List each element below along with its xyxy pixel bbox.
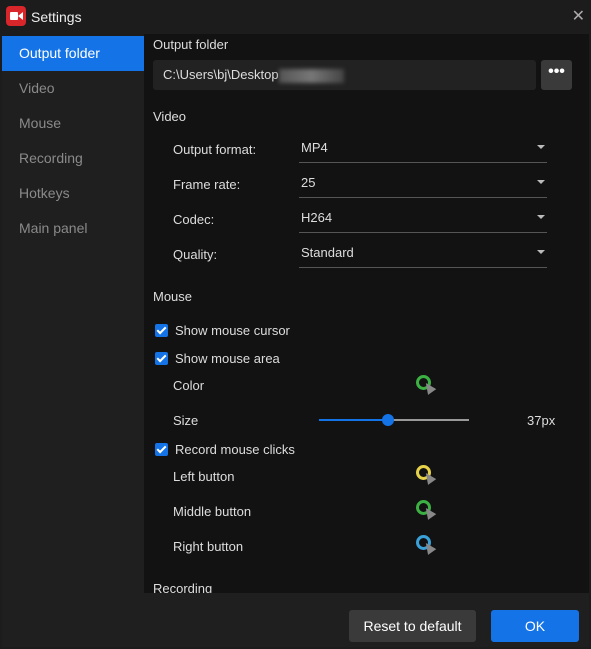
codec-label: Codec: [173, 212, 215, 227]
sidebar-item-video[interactable]: Video [2, 71, 144, 106]
quality-select[interactable]: Standard [299, 240, 547, 268]
record-mouse-clicks-checkbox[interactable]: Record mouse clicks [155, 442, 295, 457]
show-mouse-cursor-label: Show mouse cursor [175, 323, 290, 338]
record-mouse-clicks-label: Record mouse clicks [175, 442, 295, 457]
output-format-select[interactable]: MP4 [299, 135, 547, 163]
right-button-color-picker[interactable] [416, 535, 437, 555]
show-mouse-area-checkbox[interactable]: Show mouse area [155, 351, 280, 366]
settings-content: Output folder C:\Users\bj\Desktop ••• Vi… [144, 34, 589, 593]
middle-button-color-picker[interactable] [416, 500, 437, 520]
left-button-label: Left button [173, 469, 235, 484]
codec-select[interactable]: H264 [299, 205, 547, 233]
size-slider-thumb[interactable] [382, 414, 394, 426]
chevron-down-icon [537, 215, 545, 219]
sidebar-item-output-folder[interactable]: Output folder [2, 36, 144, 71]
right-button-label: Right button [173, 539, 244, 554]
frame-rate-select[interactable]: 25 [299, 170, 547, 198]
redacted-path [278, 68, 344, 83]
quality-value: Standard [301, 245, 354, 260]
checkbox-checked-icon [155, 443, 168, 456]
window-title: Settings [31, 9, 82, 25]
output-format-label: Output format: [173, 142, 257, 157]
color-label: Color [173, 378, 205, 393]
ok-button[interactable]: OK [491, 610, 579, 642]
codec-value: H264 [301, 210, 333, 225]
section-recording: Recording [153, 581, 213, 593]
output-format-value: MP4 [301, 140, 328, 155]
size-slider-fill [319, 419, 388, 421]
mouse-area-color-picker[interactable] [416, 375, 437, 395]
title-bar: Settings ✕ [0, 0, 591, 34]
frame-rate-value: 25 [301, 175, 316, 190]
checkbox-checked-icon [155, 352, 168, 365]
browse-folder-button[interactable]: ••• [541, 60, 572, 90]
quality-label: Quality: [173, 247, 218, 262]
footer: Reset to default OK [2, 593, 589, 647]
output-path-field[interactable]: C:\Users\bj\Desktop [153, 60, 536, 90]
size-value: 37px [527, 413, 556, 428]
sidebar: Output folder Video Mouse Recording Hotk… [2, 36, 144, 593]
sidebar-item-hotkeys[interactable]: Hotkeys [2, 176, 144, 211]
size-slider[interactable] [319, 414, 469, 426]
app-logo-icon [6, 6, 26, 26]
frame-rate-label: Frame rate: [173, 177, 241, 192]
middle-button-label: Middle button [173, 504, 252, 519]
size-label: Size [173, 413, 199, 428]
sidebar-item-mouse[interactable]: Mouse [2, 106, 144, 141]
chevron-down-icon [537, 145, 545, 149]
checkbox-checked-icon [155, 324, 168, 337]
section-mouse: Mouse [153, 289, 193, 304]
sidebar-item-recording[interactable]: Recording [2, 141, 144, 176]
sidebar-item-main-panel[interactable]: Main panel [2, 211, 144, 246]
left-button-color-picker[interactable] [416, 465, 437, 485]
section-video: Video [153, 109, 187, 124]
output-path-value: C:\Users\bj\Desktop [163, 67, 279, 82]
section-output-folder: Output folder [153, 37, 229, 52]
show-mouse-cursor-checkbox[interactable]: Show mouse cursor [155, 323, 290, 338]
chevron-down-icon [537, 180, 545, 184]
show-mouse-area-label: Show mouse area [175, 351, 280, 366]
close-icon[interactable]: ✕ [572, 6, 585, 26]
chevron-down-icon [537, 250, 545, 254]
reset-to-default-button[interactable]: Reset to default [349, 610, 476, 642]
